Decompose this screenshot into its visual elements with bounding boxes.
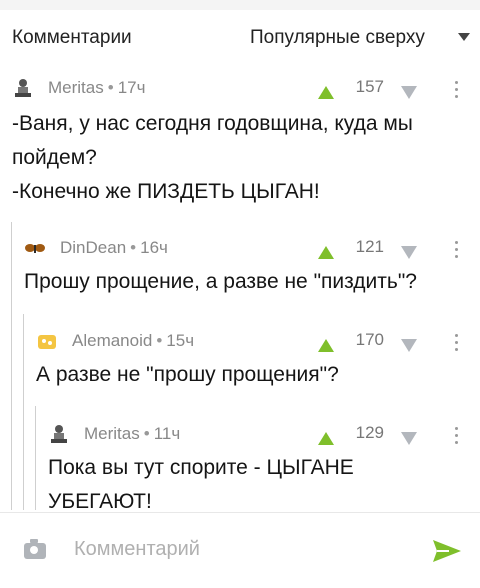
meta-separator: • — [107, 78, 114, 97]
comment-time: 15ч — [166, 331, 195, 350]
downvote-icon[interactable] — [401, 86, 417, 99]
upvote-icon[interactable] — [318, 432, 334, 445]
meta-separator: • — [156, 331, 163, 350]
comment-text: А разве не "прошу прощения"? — [36, 358, 472, 392]
comments-header: Комментарии Популярные сверху — [0, 10, 480, 66]
comment-time: 16ч — [140, 238, 168, 257]
comment-author[interactable]: DinDean — [60, 238, 126, 258]
meta-separator: • — [143, 424, 150, 443]
comment-author[interactable]: Meritas — [84, 424, 140, 444]
downvote-icon[interactable] — [401, 246, 417, 259]
upvote-icon[interactable] — [318, 86, 334, 99]
comment-line: -Конечно же ПИЗДЕТЬ ЦЫГАН! — [12, 180, 320, 203]
more-icon[interactable] — [455, 427, 459, 448]
comment-text: Прошу прощение, а разве не "пиздить"? — [24, 265, 472, 299]
comment-text: -Ваня, у нас сегодня годовщина, куда мы … — [12, 107, 472, 209]
comment-score: 121 — [355, 237, 384, 256]
top-bar — [0, 0, 480, 10]
comment-composer — [0, 512, 480, 588]
send-icon[interactable] — [432, 539, 462, 563]
comment-author[interactable]: Alemanoid — [72, 331, 152, 351]
chevron-down-icon[interactable] — [458, 33, 470, 41]
comment-meta: Meritas • 11ч — [48, 419, 180, 449]
comment-score: 129 — [355, 423, 384, 442]
thread-guide[interactable] — [23, 314, 24, 510]
downvote-icon[interactable] — [401, 432, 417, 445]
avatar[interactable] — [24, 237, 46, 259]
camera-icon[interactable] — [24, 539, 46, 559]
comment-time: 17ч — [117, 78, 146, 97]
meta-separator: • — [130, 238, 137, 257]
comment-meta: Meritas • 17ч — [12, 73, 145, 103]
thread-guide[interactable] — [35, 406, 36, 510]
comment-meta: Alemanoid • 15ч — [36, 326, 194, 356]
comment-line: Прошу прощение, а разве не "пиздить"? — [24, 270, 417, 293]
downvote-icon[interactable] — [401, 339, 417, 352]
comment-line: -Ваня, у нас сегодня годовщина, куда мы — [12, 112, 413, 135]
comment-line: пойдем? — [12, 146, 97, 169]
comment-thread[interactable]: Meritas • 17ч 157 -Ваня, у нас сегодня г… — [0, 66, 480, 510]
comment-meta: DinDean • 16ч — [24, 233, 168, 263]
comment-input[interactable] — [72, 537, 416, 562]
upvote-icon[interactable] — [318, 339, 334, 352]
more-icon[interactable] — [455, 334, 459, 355]
sort-dropdown[interactable]: Популярные сверху — [250, 27, 425, 49]
avatar[interactable] — [36, 330, 58, 352]
comment-time: 11ч — [153, 424, 181, 443]
avatar[interactable] — [12, 77, 34, 99]
comment-text: Пока вы тут спорите - ЦЫГАНЕ УБЕГАЮТ! — [48, 451, 472, 510]
avatar[interactable] — [48, 423, 70, 445]
comments-title: Комментарии — [12, 27, 132, 48]
thread-guide[interactable] — [11, 222, 12, 510]
more-icon[interactable] — [455, 241, 459, 262]
comment-line: УБЕГАЮТ! — [48, 490, 152, 510]
more-icon[interactable] — [455, 81, 459, 102]
upvote-icon[interactable] — [318, 246, 334, 259]
comment-score: 157 — [355, 77, 384, 96]
comment-author[interactable]: Meritas — [48, 78, 104, 98]
comment-score: 170 — [355, 330, 384, 349]
comment-line: А разве не "прошу прощения"? — [36, 363, 339, 386]
comment-line: Пока вы тут спорите - ЦЫГАНЕ — [48, 456, 354, 479]
